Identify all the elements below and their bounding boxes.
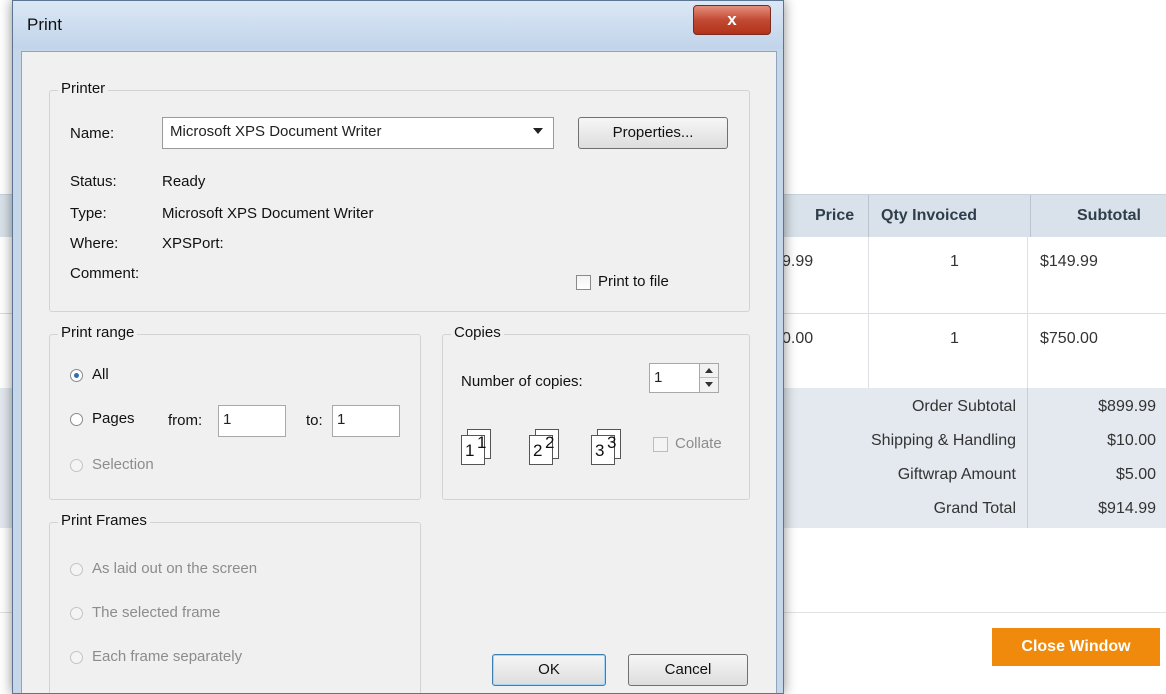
totals-divider: [1027, 388, 1028, 528]
ok-button[interactable]: OK: [492, 654, 606, 686]
cancel-button[interactable]: Cancel: [628, 654, 748, 686]
col-price: Price: [815, 207, 855, 224]
collate-checkbox[interactable]: [653, 437, 668, 452]
where-label: Where:: [70, 235, 119, 252]
row-qty: 1: [950, 253, 959, 270]
status-value: Ready: [162, 173, 206, 190]
column-divider: [868, 237, 869, 388]
collate-pages-icon: 1 1: [461, 429, 491, 467]
page-digit: 3: [607, 433, 617, 452]
totals-row: Shipping & Handling $10.00: [806, 424, 1166, 458]
close-window-button[interactable]: Close Window: [992, 628, 1160, 666]
print-dialog: Print x Printer Name: Microsoft XPS Docu…: [12, 0, 784, 694]
totals-label: Grand Total: [933, 500, 1016, 517]
from-label: from:: [168, 412, 203, 429]
copies-group: Copies Number of copies: 1 1 1 2 2 3 3 C…: [442, 324, 750, 500]
chevron-up-icon[interactable]: [700, 364, 718, 378]
column-divider: [1027, 237, 1028, 388]
page-digit: 1: [465, 441, 475, 460]
range-pages-radio[interactable]: [70, 413, 83, 426]
totals-value: $5.00: [1115, 466, 1156, 483]
page-digit: 2: [545, 433, 555, 452]
type-value: Microsoft XPS Document Writer: [162, 205, 374, 222]
totals-label: Shipping & Handling: [871, 432, 1016, 449]
range-pages-label: Pages: [92, 410, 135, 427]
frames-separate-label: Each frame separately: [92, 648, 243, 665]
totals-row: Order Subtotal $899.99: [806, 390, 1166, 424]
from-input[interactable]: 1: [218, 405, 286, 437]
page-digit: 3: [595, 441, 605, 460]
collate-pages-icon: 3 3: [591, 429, 621, 467]
print-range-group: Print range All Pages from: 1 to: 1 Sele…: [49, 324, 421, 500]
dialog-title: Print: [27, 15, 62, 34]
range-selection-label: Selection: [92, 456, 154, 473]
totals-row: Grand Total $914.99: [806, 492, 1166, 526]
frames-layout-label: As laid out on the screen: [92, 560, 258, 577]
page-digit: 2: [533, 441, 543, 460]
page-digit: 1: [477, 433, 487, 452]
dialog-body: Printer Name: Microsoft XPS Document Wri…: [21, 51, 777, 693]
totals-row: Giftwrap Amount $5.00: [806, 458, 1166, 492]
dialog-titlebar[interactable]: Print x: [13, 1, 783, 49]
chevron-down-icon: [533, 128, 543, 134]
totals-value: $899.99: [1098, 398, 1156, 415]
row-subtotal: $149.99: [1040, 253, 1098, 270]
printer-legend: Printer: [58, 80, 109, 97]
status-label: Status:: [70, 173, 117, 190]
col-qty-invoiced: Qty Invoiced: [868, 195, 1043, 237]
col-subtotal: Subtotal: [1030, 195, 1166, 237]
to-input[interactable]: 1: [332, 405, 400, 437]
print-frames-legend: Print Frames: [58, 512, 150, 529]
printer-group: Printer Name: Microsoft XPS Document Wri…: [49, 80, 750, 312]
number-of-copies-label: Number of copies:: [461, 373, 583, 390]
totals-label: Order Subtotal: [911, 398, 1016, 415]
print-frames-group: Print Frames As laid out on the screen T…: [49, 512, 421, 693]
frames-selected-label: The selected frame: [92, 604, 221, 621]
chevron-down-icon[interactable]: [700, 378, 718, 391]
copies-legend: Copies: [451, 324, 504, 341]
type-label: Type:: [70, 205, 107, 222]
row-qty: 1: [950, 330, 959, 347]
properties-button[interactable]: Properties...: [578, 117, 728, 149]
printer-name-select[interactable]: Microsoft XPS Document Writer: [162, 117, 554, 149]
range-all-radio[interactable]: [70, 369, 83, 382]
comment-label: Comment:: [70, 265, 140, 282]
where-value: XPSPort:: [162, 235, 224, 252]
copies-stepper[interactable]: [699, 363, 719, 393]
printer-name-value: Microsoft XPS Document Writer: [170, 123, 382, 140]
row-price: 9.99: [782, 253, 814, 270]
range-selection-radio[interactable]: [70, 459, 83, 472]
totals-label: Giftwrap Amount: [897, 466, 1016, 483]
totals-value: $10.00: [1107, 432, 1156, 449]
collate-pages-icon: 2 2: [529, 429, 559, 467]
to-label: to:: [306, 412, 323, 429]
frames-layout-radio[interactable]: [70, 563, 83, 576]
frames-selected-radio[interactable]: [70, 607, 83, 620]
print-range-legend: Print range: [58, 324, 138, 341]
row-price: 0.00: [782, 330, 814, 347]
totals-value: $914.99: [1098, 500, 1156, 517]
frames-separate-radio[interactable]: [70, 651, 83, 664]
name-label: Name:: [70, 125, 115, 142]
collate-label: Collate: [675, 435, 722, 452]
copies-input[interactable]: 1: [649, 363, 701, 393]
close-icon[interactable]: x: [693, 5, 771, 35]
print-to-file-checkbox[interactable]: [576, 275, 591, 290]
row-subtotal: $750.00: [1040, 330, 1098, 347]
print-to-file-label: Print to file: [598, 273, 669, 290]
range-all-label: All: [92, 366, 109, 383]
